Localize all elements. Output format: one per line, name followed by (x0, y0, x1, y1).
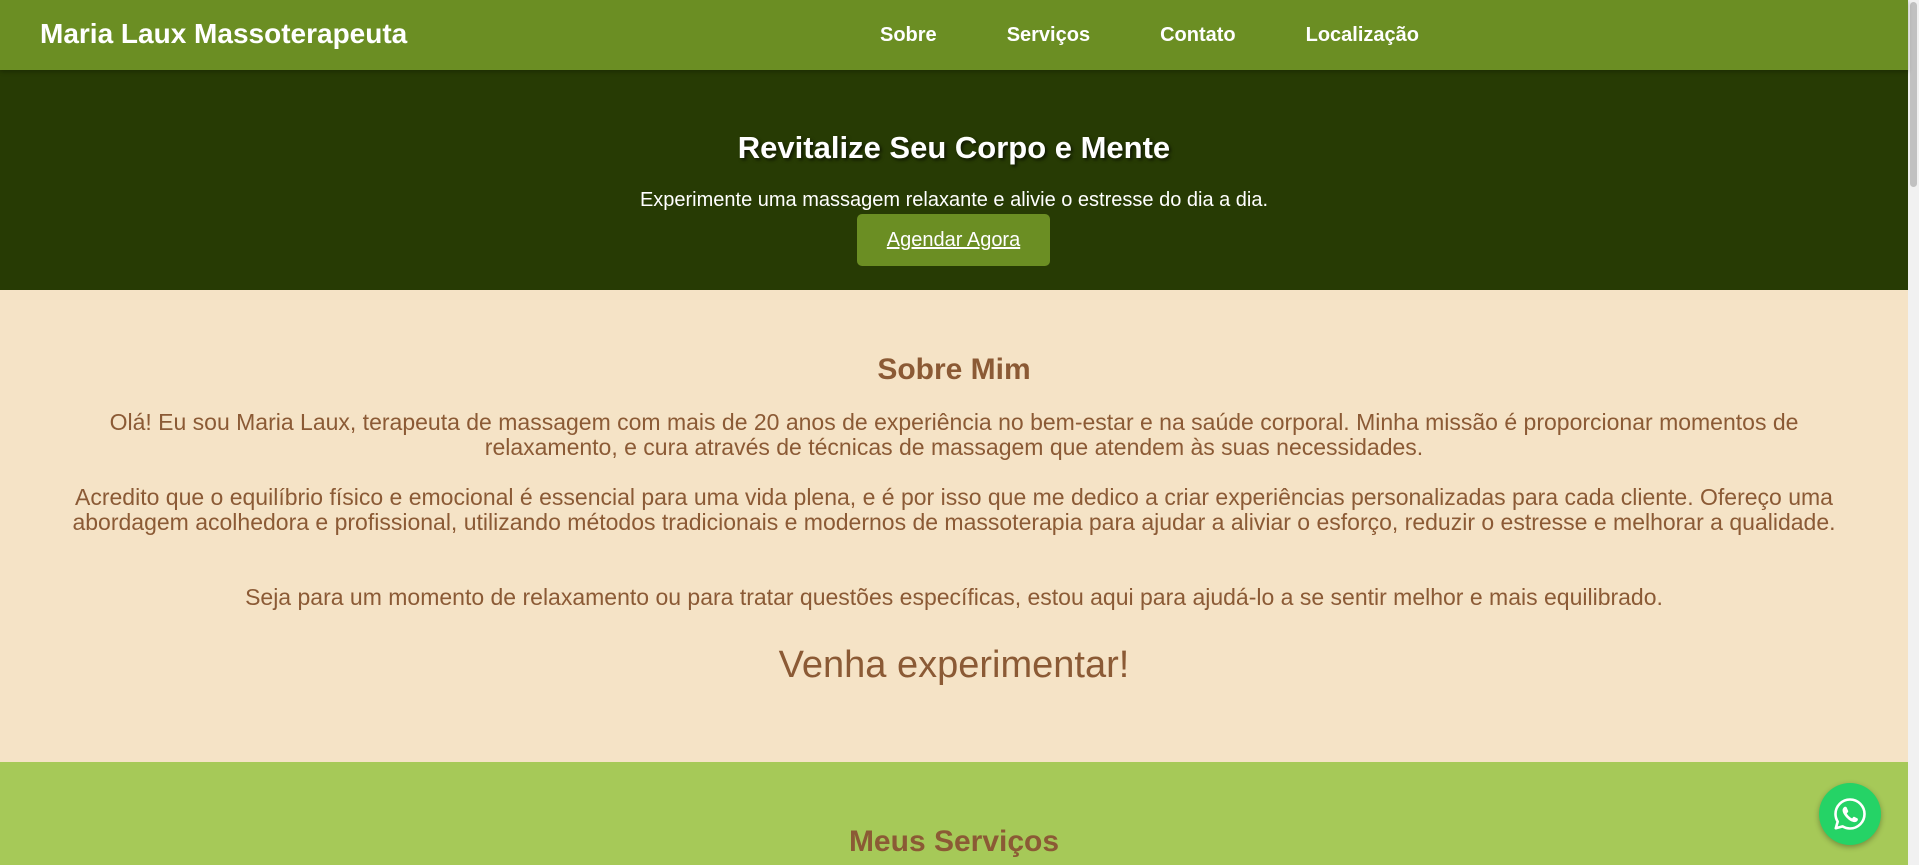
whatsapp-button[interactable] (1819, 783, 1881, 845)
services-title: Meus Serviços (848, 825, 1060, 858)
scrollbar-thumb[interactable] (1910, 2, 1917, 187)
about-paragraph-2: Acredito que o equilíbrio físico e emoci… (72, 484, 1836, 535)
nav-link-sobre[interactable]: Sobre (880, 23, 937, 47)
page: Maria Laux Massoterapeuta Sobre Serviços… (0, 0, 1919, 865)
about-paragraph-3: Seja para um momento de relaxamento ou p… (245, 584, 1663, 610)
nav-link-servicos[interactable]: Serviços (1007, 23, 1090, 47)
whatsapp-icon (1834, 798, 1866, 830)
main-content: Maria Laux Massoterapeuta Sobre Serviços… (0, 0, 1908, 865)
hero-subtitle: Experimente uma massagem relaxante e ali… (639, 189, 1269, 211)
hero-section: Revitalize Seu Corpo e Mente Experimente… (0, 70, 1908, 290)
schedule-button[interactable]: Agendar Agora (857, 214, 1050, 266)
nav-link-contato[interactable]: Contato (1160, 23, 1236, 47)
about-paragraph-1: Olá! Eu sou Maria Laux, terapeuta de mas… (109, 409, 1799, 460)
nav-link-localizacao[interactable]: Localização (1306, 23, 1419, 47)
brand-logo[interactable]: Maria Laux Massoterapeuta (40, 17, 407, 51)
about-cta: Venha experimentar! (778, 644, 1130, 686)
hero-title: Revitalize Seu Corpo e Mente (737, 130, 1171, 165)
services-section: Meus Serviços (0, 762, 1908, 865)
site-header: Maria Laux Massoterapeuta Sobre Serviços… (0, 0, 1908, 70)
about-title: Sobre Mim (877, 353, 1031, 386)
scrollbar[interactable] (1908, 0, 1919, 865)
about-section: Sobre Mim Olá! Eu sou Maria Laux, terape… (0, 290, 1908, 762)
main-nav: Sobre Serviços Contato Localização (880, 23, 1489, 47)
